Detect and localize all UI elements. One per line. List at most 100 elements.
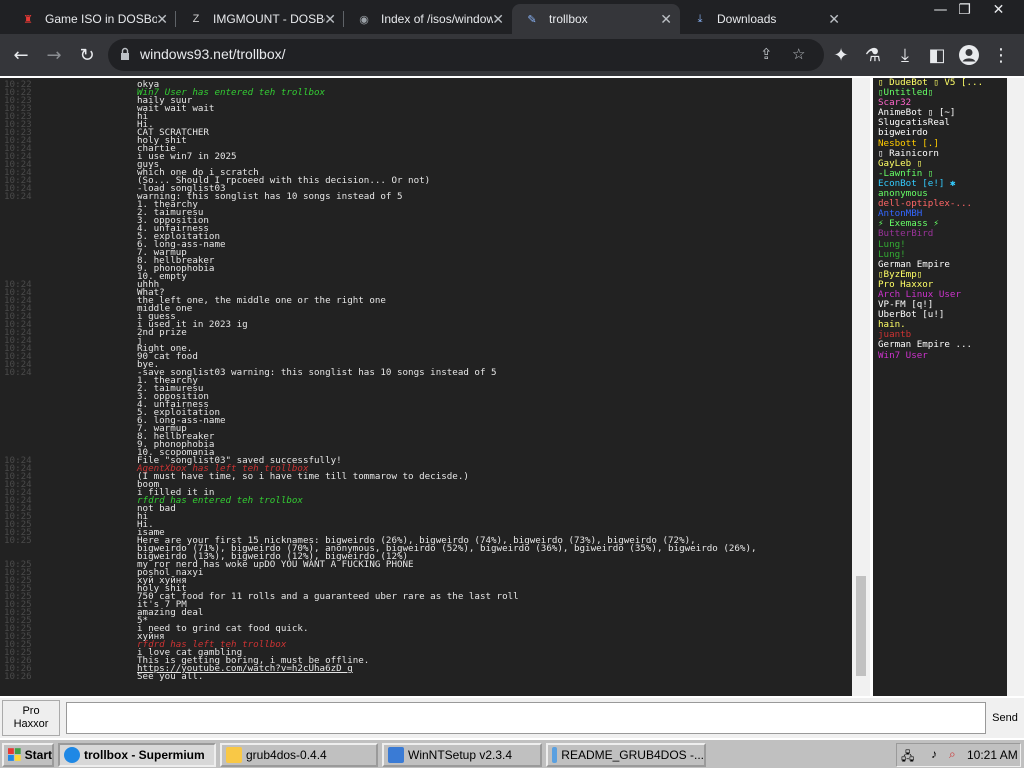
user-list-item[interactable]: ▯Untitled▯ [873, 88, 1007, 98]
tab-close-icon[interactable]: ✕ [660, 11, 672, 28]
tab-title: Index of /isos/windows [381, 12, 493, 26]
windows-taskbar: Start trollbox - Supermium grub4dos-0.4.4… [0, 738, 1024, 768]
user-list-item[interactable]: bigweirdo [873, 128, 1007, 138]
user-list-item[interactable]: juantb [873, 330, 1007, 340]
share-icon[interactable]: ⇪ [760, 45, 773, 63]
system-tray: 🖧 ♪ ⌕ 10:21 AM [896, 743, 1021, 767]
user-list-item[interactable]: -Lawnfin ▯ [873, 169, 1007, 179]
message-text: See you all. [137, 671, 204, 682]
browser-toolbar: ← → ↻ windows93.net/trollbox/ ⇪ ☆ ✦ ⚗ ⤓ … [0, 34, 1024, 76]
reload-button[interactable]: ↻ [72, 40, 102, 70]
side-panel-icon[interactable]: ◧ [922, 40, 952, 70]
browser-tab-strip: ♜ Game ISO in DOSBox ✕ Z IMGMOUNT - DOSBox ✕ ◉… [0, 0, 1024, 34]
tab-close-icon[interactable]: ✕ [156, 11, 168, 28]
user-list-item[interactable]: ▯ Rainicorn [873, 149, 1007, 159]
message-time: 10:24 [4, 191, 32, 202]
user-list-item[interactable]: GayLeb ▯ [873, 159, 1007, 169]
taskbar-button-label: grub4dos-0.4.4 [246, 748, 327, 762]
tab-close-icon[interactable]: ✕ [828, 11, 840, 28]
restore-button[interactable]: ❐ [948, 0, 981, 20]
tab-separator [343, 11, 344, 27]
user-list-item[interactable]: AntonMBH [873, 209, 1007, 219]
user-list-item[interactable]: ▯ DudeBot ▯ V5 [... [873, 78, 1007, 88]
user-list-item[interactable]: Lung! [873, 240, 1007, 250]
taskbar-button[interactable]: trollbox - Supermium [58, 743, 216, 767]
message-input[interactable] [66, 702, 986, 734]
bookmark-star-icon[interactable]: ☆ [792, 45, 805, 63]
taskbar-button[interactable]: WinNTSetup v2.3.4 [382, 743, 542, 767]
lock-icon [121, 47, 129, 60]
web-icon: ◉ [359, 13, 369, 26]
tab-title: Game ISO in DOSBox [45, 12, 157, 26]
network-icon[interactable]: 🖧 [901, 747, 914, 768]
message-time: 10:25 [4, 535, 32, 546]
downloads-icon[interactable]: ⤓ [890, 40, 920, 70]
user-list-item[interactable]: dell-optiplex-... [873, 199, 1007, 209]
user-list-item[interactable]: Lung! [873, 250, 1007, 260]
user-list-item[interactable]: VP-FM [q!] [873, 300, 1007, 310]
user-list-item[interactable]: UberBot [u!] [873, 310, 1007, 320]
supermium-icon [64, 747, 80, 763]
messages-scrollbar-thumb[interactable] [856, 576, 866, 676]
browser-tab[interactable]: ⤓ Downloads ✕ [680, 4, 848, 34]
user-list-item[interactable]: Pro Haxxor [873, 280, 1007, 290]
user-list-item[interactable]: Win7 User [873, 351, 1007, 361]
browser-tab[interactable]: Z IMGMOUNT - DOSBox ✕ [176, 4, 344, 34]
user-list-item[interactable]: German Empire [873, 260, 1007, 270]
user-list-item[interactable]: SlugcatisReal [873, 118, 1007, 128]
message-text: (I must have time, so i have time till t… [137, 471, 469, 482]
back-button[interactable]: ← [6, 40, 36, 70]
z-logo-icon: Z [192, 13, 200, 25]
message-text: 2nd prize [137, 327, 187, 338]
nickname-label: Pro Haxxor [13, 705, 49, 730]
address-bar[interactable]: windows93.net/trollbox/ ⇪ ☆ [108, 39, 824, 71]
browser-tab[interactable]: ♜ Game ISO in DOSBox ✕ [8, 4, 176, 34]
forward-button[interactable]: → [39, 40, 69, 70]
user-list-item[interactable]: ⚡ Exemass ⚡ [873, 219, 1007, 229]
nickname-button[interactable]: Pro Haxxor [2, 700, 60, 736]
user-list-item[interactable]: hain. [873, 320, 1007, 330]
taskbar-button-label: WinNTSetup v2.3.4 [408, 748, 513, 762]
tab-title: IMGMOUNT - DOSBox [213, 12, 325, 26]
browser-menu-icon[interactable]: ⋮ [986, 40, 1016, 70]
user-list-item[interactable]: Scar32 [873, 98, 1007, 108]
message-time: 10:24 [4, 367, 32, 378]
extensions-icon[interactable]: ✦ [826, 40, 856, 70]
message-time: 10:26 [4, 671, 32, 682]
tab-title: trollbox [549, 12, 588, 26]
taskbar-button[interactable]: grub4dos-0.4.4 [220, 743, 378, 767]
user-list-item[interactable]: Arch Linux User [873, 290, 1007, 300]
user-list-item[interactable]: German Empire ... [873, 340, 1007, 350]
user-list-item[interactable]: ButterBird [873, 229, 1007, 239]
user-list-item[interactable]: EconBot [e!] ✱ [873, 179, 1007, 189]
search-icon[interactable]: ⌕ [949, 747, 956, 762]
tab-title: Downloads [717, 12, 777, 26]
message-text: wait wait wait [137, 103, 215, 114]
user-list-item[interactable]: ▯ByzEmp▯ [873, 270, 1007, 280]
user-list-item[interactable]: anonymous [873, 189, 1007, 199]
trollbox-messages: 10:22hain.okya10:22→Win7 User has entere… [0, 78, 852, 696]
taskbar-button-label: README_GRUB4DOS -... [561, 748, 704, 762]
tab-separator [175, 11, 176, 27]
send-button[interactable]: Send [988, 702, 1022, 734]
tab-close-icon[interactable]: ✕ [324, 11, 336, 28]
taskbar-button[interactable]: README_GRUB4DOS -... [546, 743, 706, 767]
labs-flask-icon[interactable]: ⚗ [858, 40, 888, 70]
start-button[interactable]: Start [2, 743, 54, 767]
user-list-item[interactable]: Nesbott [.] [873, 139, 1007, 149]
windows-logo-icon [8, 748, 21, 761]
browser-tab[interactable]: ✎ trollbox ✕ [512, 4, 680, 34]
browser-tab[interactable]: ◉ Index of /isos/windows ✕ [344, 4, 512, 34]
folder-icon [226, 747, 242, 763]
url-text[interactable]: windows93.net/trollbox/ [140, 46, 286, 62]
tab-close-icon[interactable]: ✕ [492, 11, 504, 28]
setup-icon [388, 747, 404, 763]
volume-icon[interactable]: ♪ [931, 747, 937, 761]
close-window-button[interactable]: ✕ [982, 0, 1015, 20]
users-scrollbar[interactable] [1007, 78, 1024, 696]
clock[interactable]: 10:21 AM [967, 748, 1018, 762]
messages-scrollbar[interactable] [852, 78, 870, 696]
user-list-item[interactable]: AnimeBot ▯ [~] [873, 108, 1007, 118]
start-label: Start [24, 748, 52, 762]
profile-avatar-icon[interactable] [954, 40, 984, 70]
